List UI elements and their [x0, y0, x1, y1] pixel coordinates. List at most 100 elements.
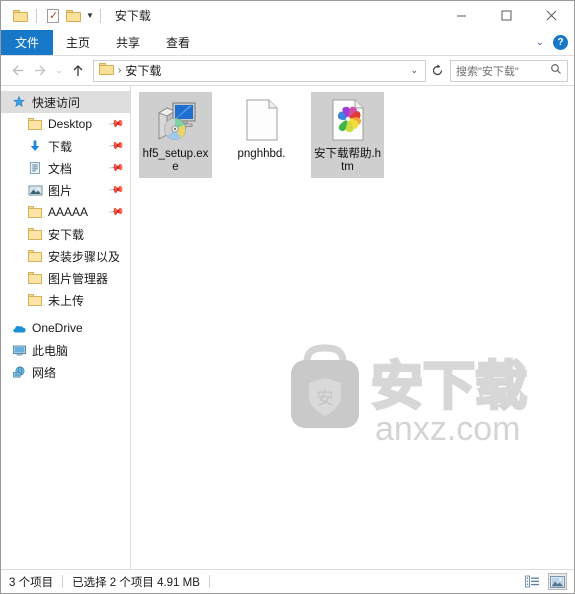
- refresh-icon[interactable]: [426, 60, 448, 82]
- minimize-button[interactable]: [439, 1, 484, 30]
- tab-home[interactable]: 主页: [53, 30, 103, 55]
- address-input[interactable]: › 安下载 ⌄: [93, 59, 426, 82]
- sidebar-item-label: 文档: [48, 161, 73, 176]
- status-divider-2: [208, 575, 210, 588]
- sidebar-item-label: 安下载: [48, 227, 85, 242]
- address-bar-row: ⌄ › 安下载 ⌄ 搜索"安下载": [1, 56, 574, 86]
- sidebar-item-label: 未上传: [48, 293, 85, 308]
- window-controls: [439, 1, 574, 30]
- maximize-button[interactable]: [484, 1, 529, 30]
- large-icons-view-button[interactable]: [548, 573, 567, 590]
- file-item-hf5-setup[interactable]: hf5_setup.exe: [139, 92, 212, 178]
- network-icon: [11, 364, 27, 380]
- svg-text:安: 安: [317, 389, 334, 408]
- pin-icon[interactable]: 📌: [107, 204, 124, 220]
- sidebar-item-not-uploaded[interactable]: 未上传: [1, 289, 130, 311]
- pin-icon[interactable]: 📌: [107, 116, 124, 132]
- sidebar-item-aaaaa[interactable]: AAAAA 📌: [1, 201, 130, 223]
- sidebar-item-desktop[interactable]: Desktop 📌: [1, 113, 130, 135]
- folder-icon: [27, 270, 43, 286]
- item-count-label: 3 个项目: [9, 576, 54, 589]
- folder-icon[interactable]: [10, 6, 30, 26]
- file-name: pnghhbd.: [237, 148, 286, 160]
- watermark-logo: 安 安下载 anxz.com: [279, 336, 537, 451]
- sidebar-item-label: 下载: [48, 139, 73, 154]
- pin-icon[interactable]: 📌: [107, 160, 124, 176]
- pin-icon[interactable]: 📌: [107, 182, 124, 198]
- details-view-button[interactable]: [523, 573, 542, 590]
- ribbon-tabs: 文件 主页 共享 查看 ⌄ ?: [1, 30, 574, 56]
- window-title: 安下载: [114, 9, 151, 23]
- computer-icon: [11, 342, 27, 358]
- sidebar-item-label: 图片: [48, 183, 73, 198]
- breadcrumb-separator: ›: [118, 65, 122, 76]
- sidebar-item-label: Desktop: [48, 117, 93, 131]
- title-bar: ✓ ▼ 安下载: [1, 1, 574, 30]
- chevron-down-icon[interactable]: ▼: [86, 11, 94, 20]
- status-divider: [62, 575, 64, 588]
- sidebar-item-network[interactable]: 网络: [1, 361, 130, 383]
- file-explorer-window: ✓ ▼ 安下载 文件 主页 共享 查看 ⌄ ? ⌄ › 安下载 ⌄ 搜索"安下载…: [0, 0, 575, 594]
- selection-info-label: 已选择 2 个项目 4.91 MB: [72, 576, 200, 589]
- back-arrow-icon[interactable]: [7, 59, 29, 83]
- tab-view[interactable]: 查看: [153, 30, 203, 55]
- folder-icon: [27, 226, 43, 242]
- file-name: 安下载帮助.htm: [313, 148, 382, 173]
- pin-icon[interactable]: 📌: [107, 138, 124, 154]
- chevron-down-icon[interactable]: ⌄: [410, 65, 418, 76]
- sidebar-item-documents[interactable]: 文档 📌: [1, 157, 130, 179]
- file-item-help-htm[interactable]: 安下载帮助.htm: [311, 92, 384, 178]
- qat-divider-2: [99, 8, 101, 23]
- view-mode-buttons: [523, 573, 567, 590]
- sidebar-item-this-pc[interactable]: 此电脑: [1, 339, 130, 361]
- navigation-pane[interactable]: 快速访问 Desktop 📌 下载 📌 文档 📌 图片 📌 AAAAA 📌 安下…: [1, 86, 131, 569]
- folder-icon: [99, 63, 114, 78]
- sidebar-item-picture-manager[interactable]: 图片管理器: [1, 267, 130, 289]
- html-pinwheel-icon: [324, 96, 372, 144]
- help-button[interactable]: ?: [553, 35, 568, 50]
- recent-locations-icon[interactable]: ⌄: [51, 59, 67, 83]
- search-input[interactable]: 搜索"安下载": [450, 59, 568, 82]
- tab-share[interactable]: 共享: [103, 30, 153, 55]
- tab-file[interactable]: 文件: [1, 30, 54, 55]
- sidebar-item-label: 快速访问: [32, 95, 81, 110]
- sidebar-item-quick-access[interactable]: 快速访问: [1, 91, 130, 113]
- pictures-icon: [27, 182, 43, 198]
- sidebar-item-downloads[interactable]: 下载 📌: [1, 135, 130, 157]
- file-list-pane[interactable]: 安 安下载 anxz.com hf5_setup.exe pnghhbd. 安下…: [131, 86, 574, 569]
- chevron-down-icon[interactable]: ⌄: [536, 37, 544, 48]
- folder-icon: [27, 116, 43, 132]
- blank-document-icon: [238, 96, 286, 144]
- ribbon-right-controls: ⌄ ?: [536, 30, 568, 55]
- quick-access-toolbar: ✓ ▼ 安下载: [1, 1, 151, 30]
- file-name: hf5_setup.exe: [142, 148, 209, 173]
- sidebar-item-label: 安装步骤以及: [48, 249, 121, 264]
- up-arrow-icon[interactable]: [67, 59, 89, 83]
- forward-arrow-icon[interactable]: [29, 59, 51, 83]
- svg-text:安下载: 安下载: [371, 358, 527, 416]
- sidebar-item-pictures[interactable]: 图片 📌: [1, 179, 130, 201]
- sidebar-item-install-steps[interactable]: 安装步骤以及: [1, 245, 130, 267]
- star-pin-icon: [11, 94, 27, 110]
- sidebar-item-label: 网络: [32, 365, 57, 380]
- breadcrumb[interactable]: 安下载: [125, 62, 161, 79]
- close-button[interactable]: [529, 1, 574, 30]
- installer-icon: [152, 96, 200, 144]
- svg-text:anxz.com: anxz.com: [375, 410, 521, 448]
- qat-divider: [36, 8, 37, 23]
- search-placeholder: 搜索"安下载": [456, 65, 519, 78]
- sidebar-item-onedrive[interactable]: OneDrive: [1, 317, 130, 339]
- search-icon[interactable]: [550, 63, 562, 78]
- properties-icon[interactable]: ✓: [43, 6, 63, 26]
- explorer-body: 快速访问 Desktop 📌 下载 📌 文档 📌 图片 📌 AAAAA 📌 安下…: [1, 86, 574, 569]
- file-grid: hf5_setup.exe pnghhbd. 安下载帮助.htm: [131, 86, 574, 178]
- folder-icon: [27, 204, 43, 220]
- sidebar-item-anxiazai[interactable]: 安下载: [1, 223, 130, 245]
- documents-icon: [27, 160, 43, 176]
- folder-icon: [27, 292, 43, 308]
- download-arrow-icon: [27, 138, 43, 154]
- folder-icon: [27, 248, 43, 264]
- file-item-pnghhbd[interactable]: pnghhbd.: [225, 92, 298, 178]
- sidebar-item-label: 此电脑: [32, 343, 69, 358]
- new-folder-icon[interactable]: [63, 6, 83, 26]
